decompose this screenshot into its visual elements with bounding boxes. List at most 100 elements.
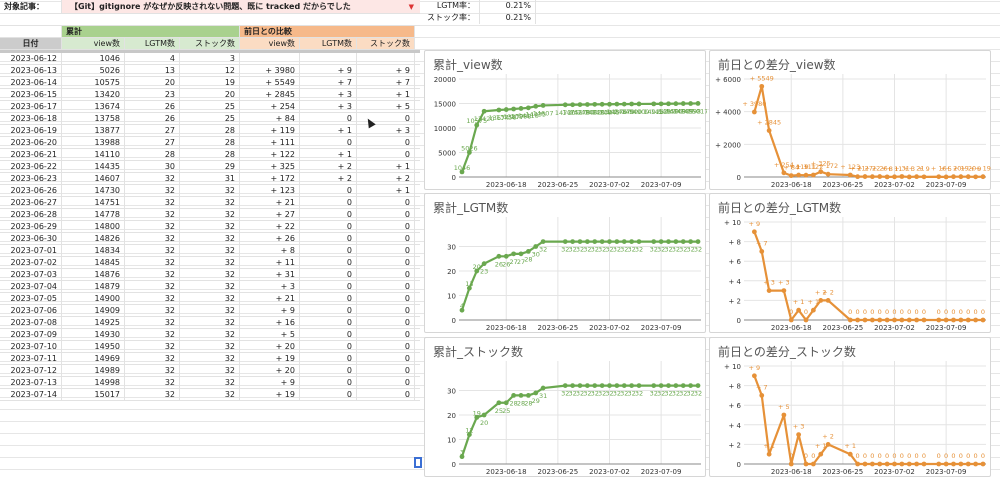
- cell-views[interactable]: 14751: [62, 197, 125, 208]
- cell-date[interactable]: 2023-07-12: [0, 365, 62, 376]
- cell-stock[interactable]: 25: [180, 113, 240, 124]
- data-point[interactable]: [965, 317, 971, 323]
- data-point[interactable]: [614, 101, 620, 107]
- data-point[interactable]: [869, 317, 875, 323]
- data-point[interactable]: [825, 298, 831, 303]
- data-point[interactable]: [892, 461, 897, 467]
- cell-date[interactable]: 2023-06-28: [0, 209, 62, 220]
- data-point[interactable]: [481, 108, 487, 114]
- cell-lgtm[interactable]: 32: [125, 269, 180, 280]
- data-point[interactable]: [511, 106, 517, 112]
- data-point[interactable]: [855, 461, 861, 467]
- data-point[interactable]: [810, 307, 816, 313]
- cell-diff-lgtm[interactable]: 0: [300, 281, 357, 292]
- data-point[interactable]: [914, 461, 920, 467]
- data-point[interactable]: [781, 288, 787, 293]
- cell-date[interactable]: 2023-07-01: [0, 245, 62, 256]
- cell-stock[interactable]: 12: [180, 65, 240, 76]
- data-point[interactable]: [936, 317, 942, 323]
- cell-diff-stock[interactable]: 0: [357, 389, 415, 400]
- cell-diff-views[interactable]: + 19: [240, 389, 300, 400]
- cell-diff-views[interactable]: + 84: [240, 113, 300, 124]
- data-point[interactable]: [951, 174, 956, 180]
- cell-diff-stock[interactable]: 0: [357, 197, 415, 208]
- cell-stock[interactable]: 32: [180, 233, 240, 244]
- data-point[interactable]: [621, 239, 627, 244]
- cell-stock[interactable]: 28: [180, 137, 240, 148]
- data-point[interactable]: [847, 451, 853, 457]
- cell-lgtm[interactable]: 4: [125, 53, 180, 64]
- cell-diff-lgtm[interactable]: + 1: [300, 149, 357, 160]
- cell-diff-views[interactable]: + 9: [240, 305, 300, 316]
- data-point[interactable]: [584, 383, 590, 388]
- data-point[interactable]: [855, 174, 861, 180]
- data-point[interactable]: [570, 239, 576, 244]
- data-point[interactable]: [533, 244, 539, 249]
- data-point[interactable]: [533, 390, 539, 396]
- cell-date[interactable]: 2023-07-06: [0, 305, 62, 316]
- data-point[interactable]: [958, 174, 964, 180]
- data-point[interactable]: [629, 101, 635, 107]
- cell-views[interactable]: 5026: [62, 65, 125, 76]
- data-point[interactable]: [980, 174, 986, 180]
- cell-lgtm[interactable]: 32: [125, 365, 180, 376]
- cell-diff-stock[interactable]: 0: [357, 149, 415, 160]
- cell-lgtm[interactable]: 32: [125, 257, 180, 268]
- cell-diff-stock[interactable]: + 3: [357, 125, 415, 136]
- cell-diff-views[interactable]: + 123: [240, 185, 300, 196]
- cell-diff-lgtm[interactable]: 0: [300, 197, 357, 208]
- cell-diff-views[interactable]: + 21: [240, 197, 300, 208]
- data-point[interactable]: [540, 385, 546, 391]
- data-point[interactable]: [921, 317, 927, 323]
- data-point[interactable]: [629, 239, 635, 244]
- cell-diff-lgtm[interactable]: + 3: [300, 89, 357, 100]
- cell-views[interactable]: 14730: [62, 185, 125, 196]
- cell-date[interactable]: 2023-06-13: [0, 65, 62, 76]
- cell-lgtm[interactable]: 27: [125, 137, 180, 148]
- data-point[interactable]: [688, 239, 694, 244]
- cell-diff-stock[interactable]: 0: [357, 245, 415, 256]
- cell-diff-stock[interactable]: 0: [357, 281, 415, 292]
- data-point[interactable]: [759, 249, 765, 254]
- data-point[interactable]: [943, 174, 949, 180]
- cell-lgtm[interactable]: 27: [125, 125, 180, 136]
- data-point[interactable]: [951, 317, 956, 323]
- cell-diff-lgtm[interactable]: + 2: [300, 161, 357, 172]
- cell-date[interactable]: 2023-06-20: [0, 137, 62, 148]
- data-point[interactable]: [673, 101, 679, 107]
- cell-stock[interactable]: 28: [180, 149, 240, 160]
- data-point[interactable]: [862, 461, 868, 467]
- data-point[interactable]: [973, 174, 979, 180]
- data-point[interactable]: [906, 174, 912, 180]
- cell-lgtm[interactable]: 32: [125, 293, 180, 304]
- data-point[interactable]: [680, 101, 686, 106]
- data-point[interactable]: [584, 102, 590, 107]
- cell-diff-lgtm[interactable]: + 7: [300, 77, 357, 88]
- data-point[interactable]: [562, 383, 568, 388]
- cell-date[interactable]: 2023-06-12: [0, 53, 62, 64]
- data-point[interactable]: [914, 174, 920, 180]
- cell-date[interactable]: 2023-07-03: [0, 269, 62, 280]
- data-point[interactable]: [511, 393, 517, 398]
- cell-lgtm[interactable]: 32: [125, 329, 180, 340]
- cell-diff-views[interactable]: + 19: [240, 353, 300, 364]
- cell-views[interactable]: 13988: [62, 137, 125, 148]
- data-point[interactable]: [877, 317, 883, 323]
- data-point[interactable]: [570, 102, 576, 108]
- cell-diff-lgtm[interactable]: 0: [300, 185, 357, 196]
- cell-views[interactable]: 13877: [62, 125, 125, 136]
- data-point[interactable]: [958, 317, 964, 323]
- cell-stock[interactable]: 32: [180, 365, 240, 376]
- data-point[interactable]: [766, 451, 772, 457]
- data-point[interactable]: [658, 239, 664, 244]
- data-point[interactable]: [666, 383, 671, 388]
- data-point[interactable]: [599, 101, 605, 107]
- cell-diff-lgtm[interactable]: 0: [300, 209, 357, 220]
- cell-views[interactable]: 14925: [62, 317, 125, 328]
- cell-stock[interactable]: 32: [180, 197, 240, 208]
- data-point[interactable]: [899, 317, 905, 323]
- data-point[interactable]: [803, 317, 809, 323]
- cell-views[interactable]: 13420: [62, 89, 125, 100]
- data-point[interactable]: [751, 229, 757, 235]
- cell-lgtm[interactable]: 26: [125, 113, 180, 124]
